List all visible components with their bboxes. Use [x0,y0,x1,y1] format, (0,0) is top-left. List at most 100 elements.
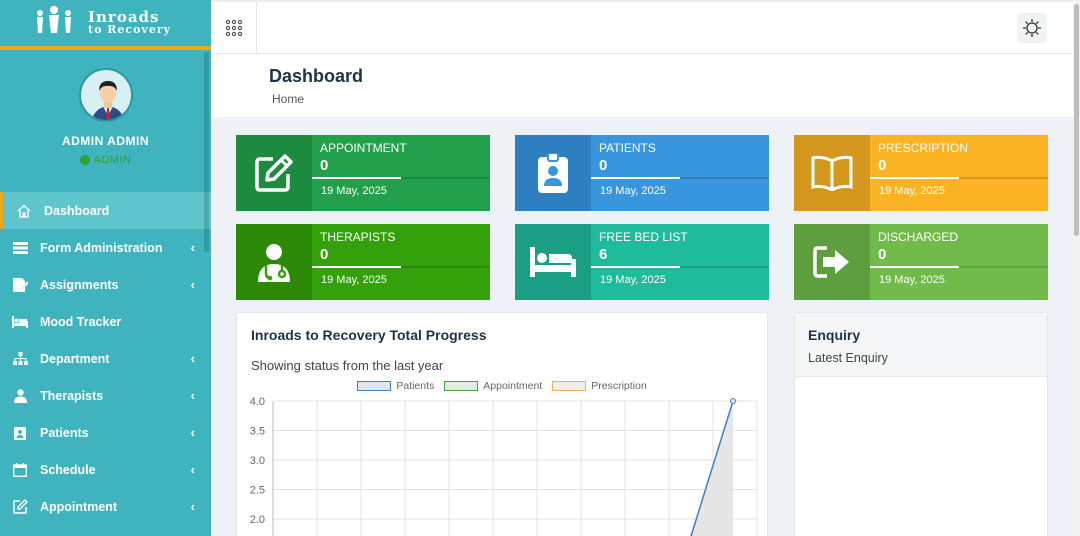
y-tick-label: 4.0 [250,396,265,408]
brand-logo[interactable]: Inroads to Recovery [0,0,211,50]
sidebar-item-appointment[interactable]: Appointment ‹ [0,488,211,525]
legend-swatch [357,381,392,391]
calendar-icon [12,462,28,478]
chevron-left-icon: ‹ [190,351,195,366]
legend-item-prescription[interactable]: Prescription [552,380,647,392]
legend-label: Appointment [483,380,543,392]
top-navbar [211,0,1073,54]
stat-card-value: 0 [320,157,329,174]
stat-card-progress [312,266,490,268]
sign-out-icon [794,224,870,300]
breadcrumb-home[interactable]: Home [272,92,304,106]
stat-card-patients[interactable]: PATIENTS 0 19 May, 2025 [515,135,769,211]
stat-card-progress [870,266,1048,268]
form-icon [12,240,28,256]
stat-card-progress [870,177,1048,179]
legend-label: Patients [396,380,435,392]
legend-item-appointment[interactable]: Appointment [444,380,542,392]
avatar[interactable] [78,68,133,122]
sidebar-item-schedule[interactable]: Schedule ‹ [0,451,211,488]
chevron-left-icon: ‹ [190,388,195,403]
sidebar-item-form-administration[interactable]: Form Administration ‹ [0,229,211,266]
enquiry-title: Enquiry [808,327,861,343]
page-scrollbar[interactable] [1073,0,1080,536]
sidebar-item-label: Dashboard [44,203,110,218]
stat-card-date: 19 May, 2025 [879,185,945,197]
chevron-left-icon: ‹ [190,462,195,477]
stat-card-progress [312,177,490,179]
stat-card-value: 0 [878,246,887,263]
sidebar-item-assignments[interactable]: Assignments ‹ [0,266,211,303]
chevron-left-icon: ‹ [190,277,195,292]
apps-grid-button[interactable] [211,2,257,54]
stat-card-therapists[interactable]: THERAPISTS 0 19 May, 2025 [236,224,490,300]
settings-button[interactable] [1017,13,1047,43]
sidebar-item-label: Patients [40,425,89,440]
stat-card-label: DISCHARGED [878,230,959,244]
sidebar-item-label: Mood Tracker [40,314,122,329]
stat-card-date: 19 May, 2025 [600,185,666,197]
stat-card-label: APPOINTMENT [320,141,407,155]
edit-icon [12,499,28,515]
stat-card-value: 0 [878,157,887,174]
legend-item-patients[interactable]: Patients [357,380,434,392]
sidebar-item-therapists[interactable]: Therapists ‹ [0,377,211,414]
brand-line2: to Recovery [88,23,171,36]
brand-line1: Inroads [88,8,160,26]
sidebar-item-label: Schedule [40,462,96,477]
stat-card-date: 19 May, 2025 [879,274,945,286]
stat-card-value: 0 [320,246,329,263]
stat-card-date: 19 May, 2025 [321,274,387,286]
stat-card-body: APPOINTMENT 0 19 May, 2025 [312,135,490,211]
stat-card-free-bed-list[interactable]: FREE BED LIST 6 19 May, 2025 [515,224,769,300]
sidebar-item-label: Form Administration [40,240,163,255]
y-tick-label: 2.0 [250,514,265,526]
legend-swatch [444,381,479,391]
user-profile: ADMIN ADMIN ADMIN [0,50,211,192]
apps-grid-icon [225,19,242,37]
stat-card-body: FREE BED LIST 6 19 May, 2025 [591,224,769,300]
sidebar-menu: Dashboard Form Administration ‹ Assignments… [0,192,211,525]
book-icon [794,135,870,211]
stat-card-progress [591,266,769,268]
y-tick-label: 3.0 [250,455,265,467]
sidebar-item-dashboard[interactable]: Dashboard [0,192,211,229]
chevron-left-icon: ‹ [190,425,195,440]
stat-card-appointment[interactable]: APPOINTMENT 0 19 May, 2025 [236,135,490,211]
stat-card-label: THERAPISTS [320,230,396,244]
user-name: ADMIN ADMIN [61,134,150,148]
user-md-icon [12,388,28,404]
enquiry-header: Enquiry Latest Enquiry [795,313,1047,377]
page-scrollbar-thumb[interactable] [1074,4,1079,236]
legend-swatch [552,381,587,391]
sidebar-item-mood-tracker[interactable]: Mood Tracker [0,303,211,340]
sidebar-item-label: Therapists [40,388,104,403]
sidebar-item-department[interactable]: Department ‹ [0,340,211,377]
stat-card-value: 0 [599,157,608,174]
stat-card-prescription[interactable]: PRESCRIPTION 0 19 May, 2025 [794,135,1048,211]
sidebar-item-label: Assignments [40,277,119,292]
stat-card-value: 6 [599,246,608,263]
stat-card-label: PRESCRIPTION [878,141,969,155]
stat-card-discharged[interactable]: DISCHARGED 0 19 May, 2025 [794,224,1048,300]
chevron-left-icon: ‹ [190,499,195,514]
pencil-icon [12,277,28,293]
bed-icon [12,314,28,330]
page-title: Dashboard [269,66,364,86]
y-tick-label: 3.5 [250,426,265,438]
edit-icon [236,135,312,211]
sidebar-item-label: Department [40,351,110,366]
sidebar-item-label: Appointment [40,499,118,514]
user-role: ADMIN [79,154,132,166]
data-point-patients[interactable] [730,398,736,404]
sidebar-item-patients[interactable]: Patients ‹ [0,414,211,451]
stat-card-body: PRESCRIPTION 0 19 May, 2025 [870,135,1048,211]
bed-icon [515,224,591,300]
stat-card-progress [591,177,769,179]
enquiry-subtitle: Latest Enquiry [808,351,888,365]
progress-chart: 4.0 3.5 3.0 2.5 2.0 [250,396,758,536]
stat-card-body: PATIENTS 0 19 May, 2025 [591,135,769,211]
sidebar-scrollbar[interactable] [204,52,209,252]
chart-legend: Patients Appointment Prescription [237,380,767,392]
badge-icon [12,425,28,441]
